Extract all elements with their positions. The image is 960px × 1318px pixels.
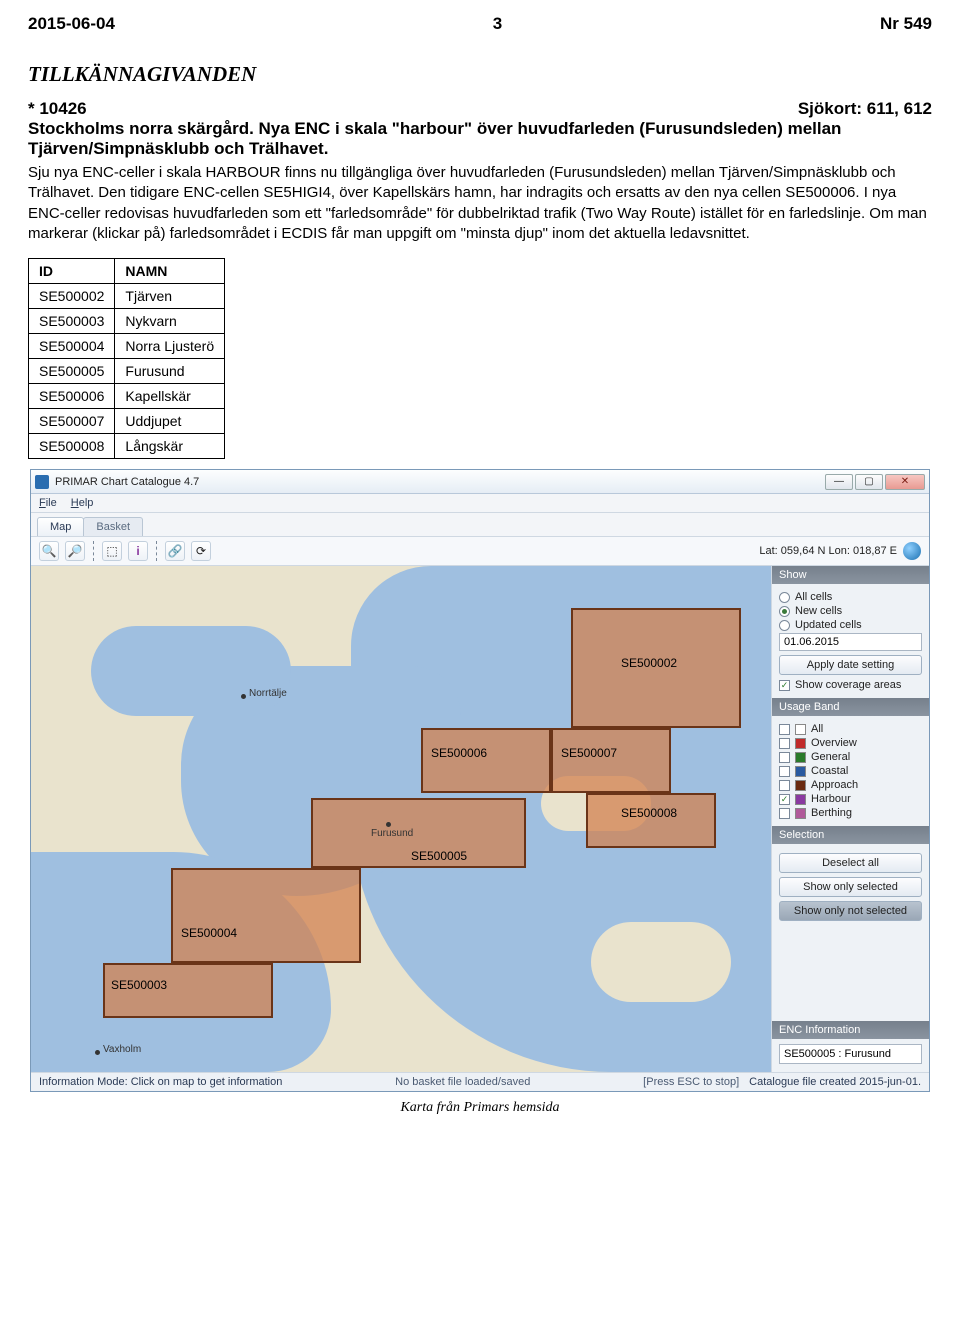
deselect-all-button[interactable]: Deselect all	[779, 853, 922, 873]
map-cell-label: SE500008	[621, 806, 677, 820]
app-icon	[35, 475, 49, 489]
header-issue: Nr 549	[880, 14, 932, 34]
zoom-in-icon[interactable]: 🔍	[39, 541, 59, 561]
usage-item[interactable]: ✓Harbour	[779, 793, 922, 805]
panel-header-show: Show	[772, 566, 929, 584]
table-row: SE500008Långskär	[29, 434, 225, 459]
minimize-button[interactable]: —	[825, 474, 853, 490]
zoom-area-icon[interactable]: ⬚	[102, 541, 122, 561]
status-mid: No basket file loaded/saved	[282, 1076, 643, 1088]
town-label: Norrtälje	[249, 688, 287, 699]
radio-all-cells[interactable]: All cells	[779, 591, 922, 603]
menubar: File Help	[31, 494, 929, 513]
figure-caption: Karta från Primars hemsida	[28, 1100, 932, 1116]
radio-new-cells[interactable]: New cells	[779, 605, 922, 617]
date-input[interactable]	[779, 633, 922, 651]
panel-header-enc: ENC Information	[772, 1021, 929, 1039]
menu-help[interactable]: Help	[71, 497, 94, 509]
refresh-icon[interactable]: ⟳	[191, 541, 211, 561]
toolbar: 🔍 🔎 ⬚ i 🔗 ⟳ Lat: 059,64 N Lon: 018,87 E	[31, 537, 929, 566]
latlon-readout: Lat: 059,64 N Lon: 018,87 E	[759, 545, 897, 557]
close-button[interactable]: ✕	[885, 474, 925, 490]
map-cell-label: SE500002	[621, 656, 677, 670]
table-row: SE500007Uddjupet	[29, 409, 225, 434]
maximize-button[interactable]: ▢	[855, 474, 883, 490]
info-icon[interactable]: i	[128, 541, 148, 561]
notice-body: Sju nya ENC-celler i skala HARBOUR finns…	[28, 163, 932, 244]
usage-item[interactable]: Approach	[779, 779, 922, 791]
window-title: PRIMAR Chart Catalogue 4.7	[55, 476, 199, 488]
usage-item[interactable]: Coastal	[779, 765, 922, 777]
radio-updated-cells[interactable]: Updated cells	[779, 619, 922, 631]
tabbar: Map Basket	[31, 513, 929, 537]
notice-chart-ref: Sjökort: 611, 612	[798, 99, 932, 119]
map-cell-label: SE500003	[111, 978, 167, 992]
zoom-out-icon[interactable]: 🔎	[65, 541, 85, 561]
map-cell-label: SE500006	[431, 746, 487, 760]
show-only-selected-button[interactable]: Show only selected	[779, 877, 922, 897]
header-page: 3	[493, 14, 502, 34]
statusbar: Information Mode: Click on map to get in…	[31, 1072, 929, 1091]
map-cell-label: SE500005	[411, 849, 467, 863]
map-cell-label: SE500007	[561, 746, 617, 760]
usage-band-list: All Overview General Coastal Approach ✓H…	[772, 716, 929, 826]
apply-date-button[interactable]: Apply date setting	[779, 655, 922, 675]
table-row: SE500003Nykvarn	[29, 309, 225, 334]
th-id: ID	[29, 259, 115, 284]
show-only-not-selected-button[interactable]: Show only not selected	[779, 901, 922, 921]
usage-item[interactable]: All	[779, 723, 922, 735]
status-hint: [Press ESC to stop]	[643, 1076, 739, 1088]
town-label: Vaxholm	[103, 1044, 141, 1055]
panel-header-usage: Usage Band	[772, 698, 929, 716]
table-row: SE500005Furusund	[29, 359, 225, 384]
usage-item[interactable]: Overview	[779, 737, 922, 749]
page-header: 2015-06-04 3 Nr 549	[28, 14, 932, 34]
globe-icon[interactable]	[903, 542, 921, 560]
map-canvas[interactable]: SE500002 SE500006 SE500007 SE500008 SE50…	[31, 566, 771, 1072]
menu-file[interactable]: File	[39, 497, 57, 509]
link-icon[interactable]: 🔗	[165, 541, 185, 561]
table-row: SE500006Kapellskär	[29, 384, 225, 409]
notice-subtitle: Stockholms norra skärgård. Nya ENC i ska…	[28, 119, 932, 159]
panel-header-selection: Selection	[772, 826, 929, 844]
status-left: Information Mode: Click on map to get in…	[39, 1076, 282, 1088]
status-right: Catalogue file created 2015-jun-01.	[749, 1076, 921, 1088]
notice-id: * 10426	[28, 99, 87, 119]
header-date: 2015-06-04	[28, 14, 115, 34]
usage-item[interactable]: General	[779, 751, 922, 763]
town-label: Furusund	[371, 828, 413, 839]
app-window: PRIMAR Chart Catalogue 4.7 — ▢ ✕ File He…	[30, 469, 930, 1092]
titlebar: PRIMAR Chart Catalogue 4.7 — ▢ ✕	[31, 470, 929, 494]
side-panel: Show All cells New cells Updated cells A…	[771, 566, 929, 1072]
tab-map[interactable]: Map	[37, 517, 84, 536]
map-cell-label: SE500004	[181, 926, 237, 940]
th-name: NAMN	[115, 259, 225, 284]
enc-info-field[interactable]	[779, 1044, 922, 1064]
section-title: TILLKÄNNAGIVANDEN	[28, 62, 932, 87]
cells-table: ID NAMN SE500002Tjärven SE500003Nykvarn …	[28, 258, 225, 459]
usage-item[interactable]: Berthing	[779, 807, 922, 819]
check-coverage[interactable]: ✓Show coverage areas	[779, 679, 922, 691]
tab-basket[interactable]: Basket	[83, 517, 143, 536]
table-row: SE500002Tjärven	[29, 284, 225, 309]
notice-header: * 10426 Sjökort: 611, 612	[28, 99, 932, 119]
table-row: SE500004Norra Ljusterö	[29, 334, 225, 359]
